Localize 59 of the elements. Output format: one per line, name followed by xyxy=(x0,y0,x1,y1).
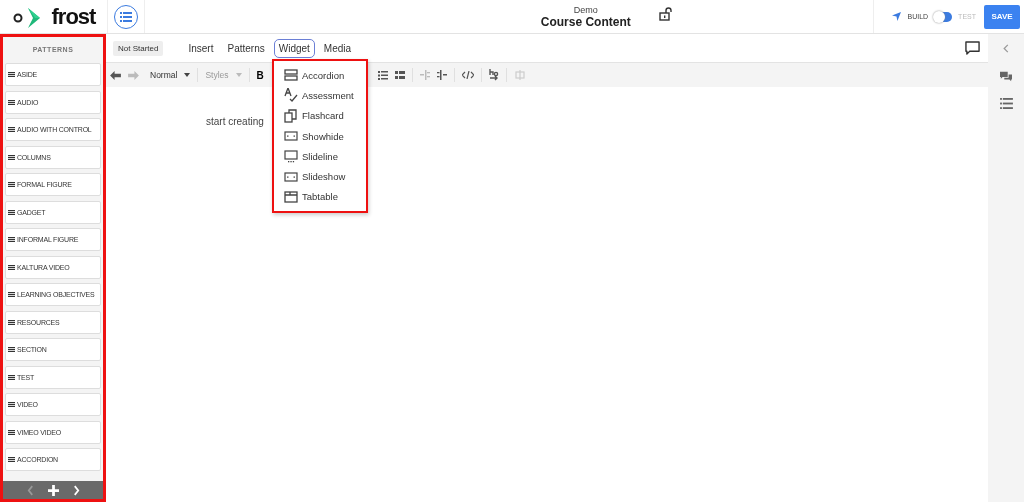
caret-icon xyxy=(235,73,242,77)
save-button[interactable]: SAVE xyxy=(984,4,1020,29)
panel-icon xyxy=(284,131,298,142)
grid-icon xyxy=(8,402,15,407)
menu-item[interactable]: Slideshow xyxy=(274,166,366,187)
editor-placeholder: start creating xyxy=(206,116,264,127)
navigation-icon[interactable] xyxy=(892,12,902,21)
status-badge: Not Started xyxy=(113,40,164,56)
grid-icon xyxy=(8,182,15,187)
grid-icon xyxy=(8,374,15,380)
menu-item[interactable]: Assessment xyxy=(274,85,366,106)
tab[interactable]: Patterns xyxy=(222,38,270,58)
panel-icon xyxy=(284,171,298,182)
tab[interactable]: Widget xyxy=(273,38,315,58)
indent-icon[interactable] xyxy=(436,70,447,80)
page-title: Course Content xyxy=(540,14,631,29)
grid-icon xyxy=(8,99,15,105)
logo-text: frost xyxy=(51,3,96,30)
next-icon[interactable] xyxy=(72,484,80,496)
unlock-icon[interactable] xyxy=(658,6,673,21)
add-icon[interactable] xyxy=(47,484,59,496)
cards-icon xyxy=(284,108,298,123)
grid-icon xyxy=(8,319,15,325)
grid-icon xyxy=(8,127,15,132)
bullet-list-icon[interactable] xyxy=(394,71,405,79)
grid-icon xyxy=(8,347,15,352)
tab-icon xyxy=(284,190,298,203)
mode-toggle[interactable] xyxy=(934,11,953,22)
tab[interactable]: Media xyxy=(318,38,357,58)
code-icon[interactable] xyxy=(461,71,474,79)
grid-icon xyxy=(8,154,15,160)
grid-icon xyxy=(8,292,15,297)
menu-item[interactable]: Tabtable xyxy=(274,186,366,208)
tab[interactable]: Insert xyxy=(183,38,219,58)
caret-icon xyxy=(184,73,191,77)
grid-icon xyxy=(8,72,15,77)
list-icon xyxy=(120,11,132,22)
comment-icon[interactable] xyxy=(965,40,980,56)
course-subtitle: Demo xyxy=(573,4,598,15)
grid-icon xyxy=(8,237,15,242)
grid-icon xyxy=(8,264,15,270)
block-style-dropdown[interactable]: Normal xyxy=(146,70,178,80)
swap-icon[interactable] xyxy=(488,69,499,81)
bold-button[interactable]: B xyxy=(256,69,264,81)
menu-button[interactable] xyxy=(114,4,138,29)
menu-item[interactable]: Accordion xyxy=(274,65,366,86)
menu-item[interactable]: Flashcard xyxy=(274,105,366,126)
spellcheck-icon xyxy=(284,88,298,103)
monitor-icon xyxy=(284,149,298,163)
chat-icon[interactable] xyxy=(999,71,1013,83)
undo-icon[interactable] xyxy=(110,70,121,80)
grid-icon xyxy=(8,209,15,215)
grid-icon xyxy=(8,457,15,462)
menu-item[interactable]: Showhide xyxy=(274,125,366,147)
menu-item[interactable]: Slideline xyxy=(274,146,366,167)
list-icon[interactable] xyxy=(999,98,1013,109)
numbered-list-icon[interactable] xyxy=(377,70,388,80)
accordion-icon xyxy=(284,69,298,82)
grid-icon xyxy=(8,429,15,435)
